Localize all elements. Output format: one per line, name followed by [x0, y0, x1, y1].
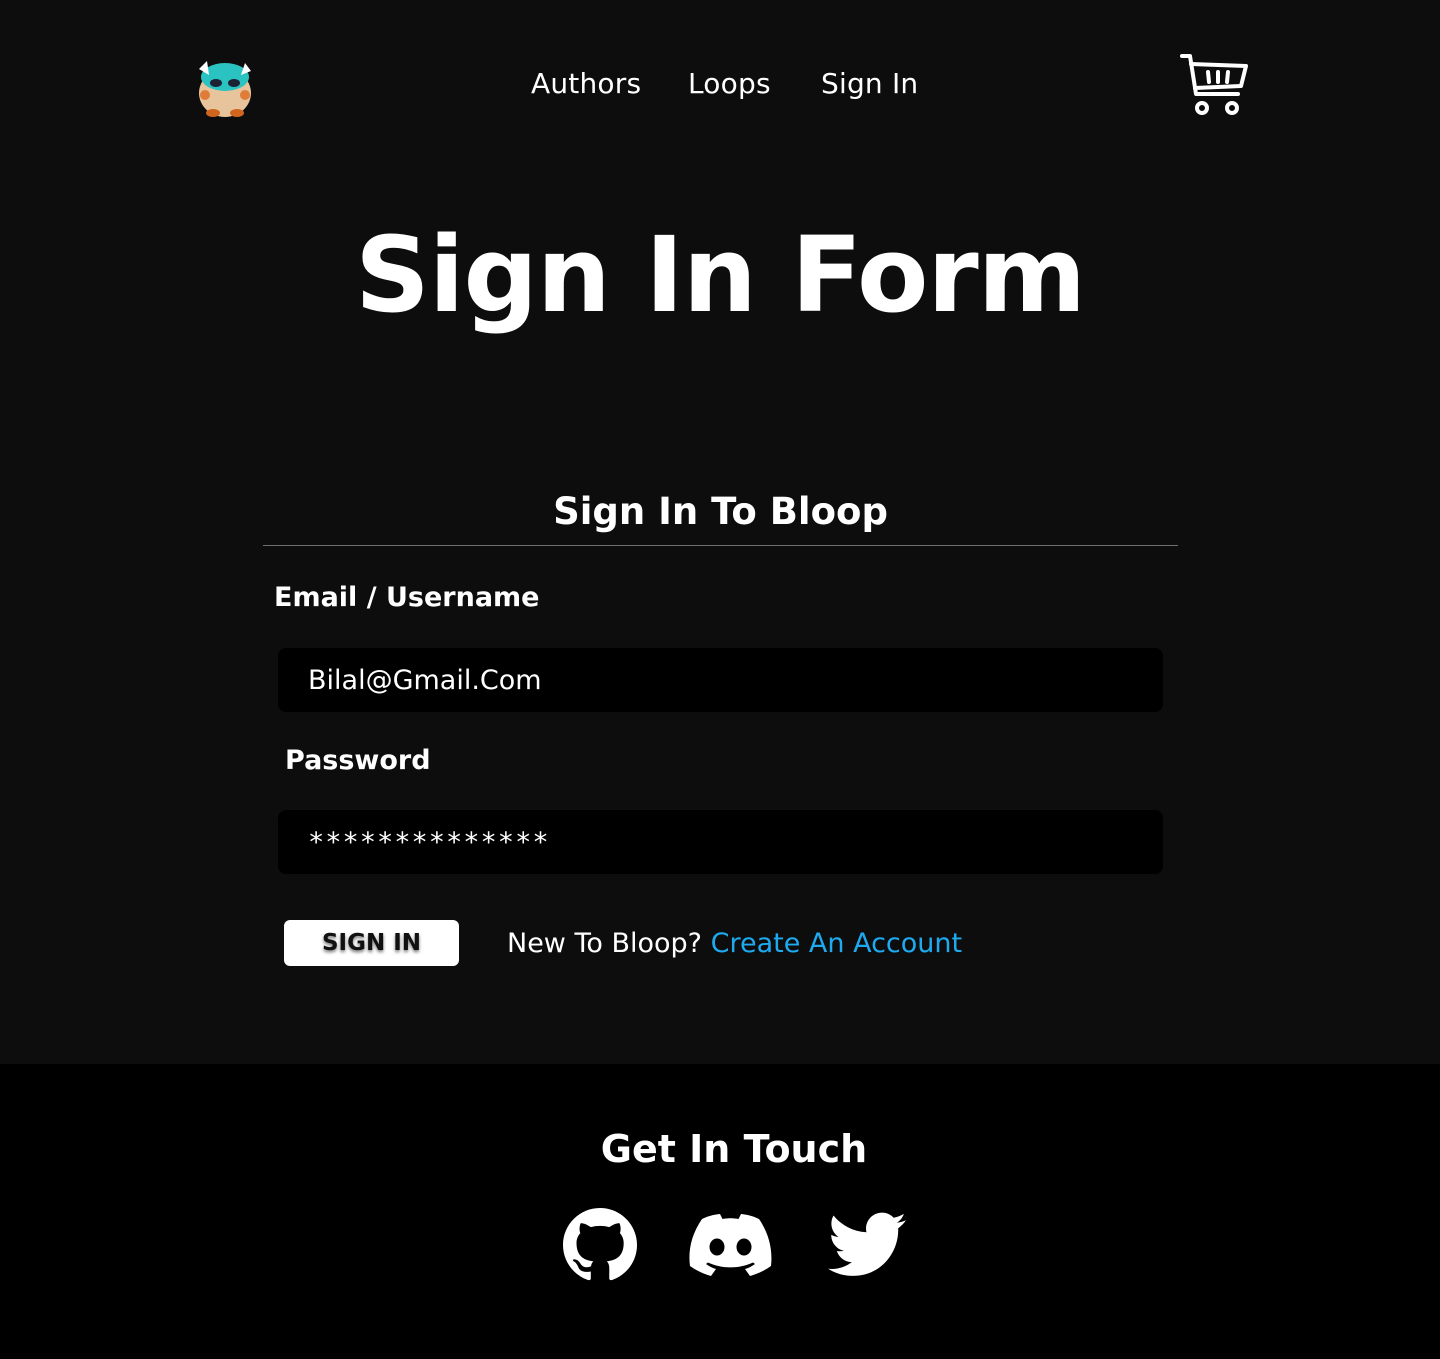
password-label: Password [285, 745, 431, 776]
shopping-cart-icon[interactable] [1178, 50, 1250, 120]
sign-in-button[interactable]: SIGN IN [284, 920, 459, 966]
create-account-link[interactable]: Create An Account [711, 928, 962, 959]
site-header: Authors Loops Sign In [0, 0, 1440, 170]
nav-link-sign-in[interactable]: Sign In [821, 62, 918, 106]
signup-prompt-text: New To Bloop? [507, 928, 703, 959]
email-username-input[interactable] [278, 648, 1163, 712]
form-heading: Sign In To Bloop [553, 490, 888, 533]
signup-prompt-line: New To Bloop? Create An Account [507, 924, 962, 964]
page-title: Sign In Form [354, 214, 1086, 336]
site-footer: Get In Touch [0, 1064, 1440, 1359]
footer-title: Get In Touch [600, 1127, 868, 1171]
email-label: Email / Username [274, 582, 540, 613]
form-divider [263, 545, 1178, 546]
nav-link-loops[interactable]: Loops [688, 62, 771, 106]
nav-link-authors[interactable]: Authors [531, 62, 641, 106]
discord-icon[interactable] [689, 1214, 772, 1276]
github-icon[interactable] [563, 1208, 637, 1282]
password-input[interactable] [278, 810, 1163, 874]
twitter-icon[interactable] [828, 1212, 907, 1278]
